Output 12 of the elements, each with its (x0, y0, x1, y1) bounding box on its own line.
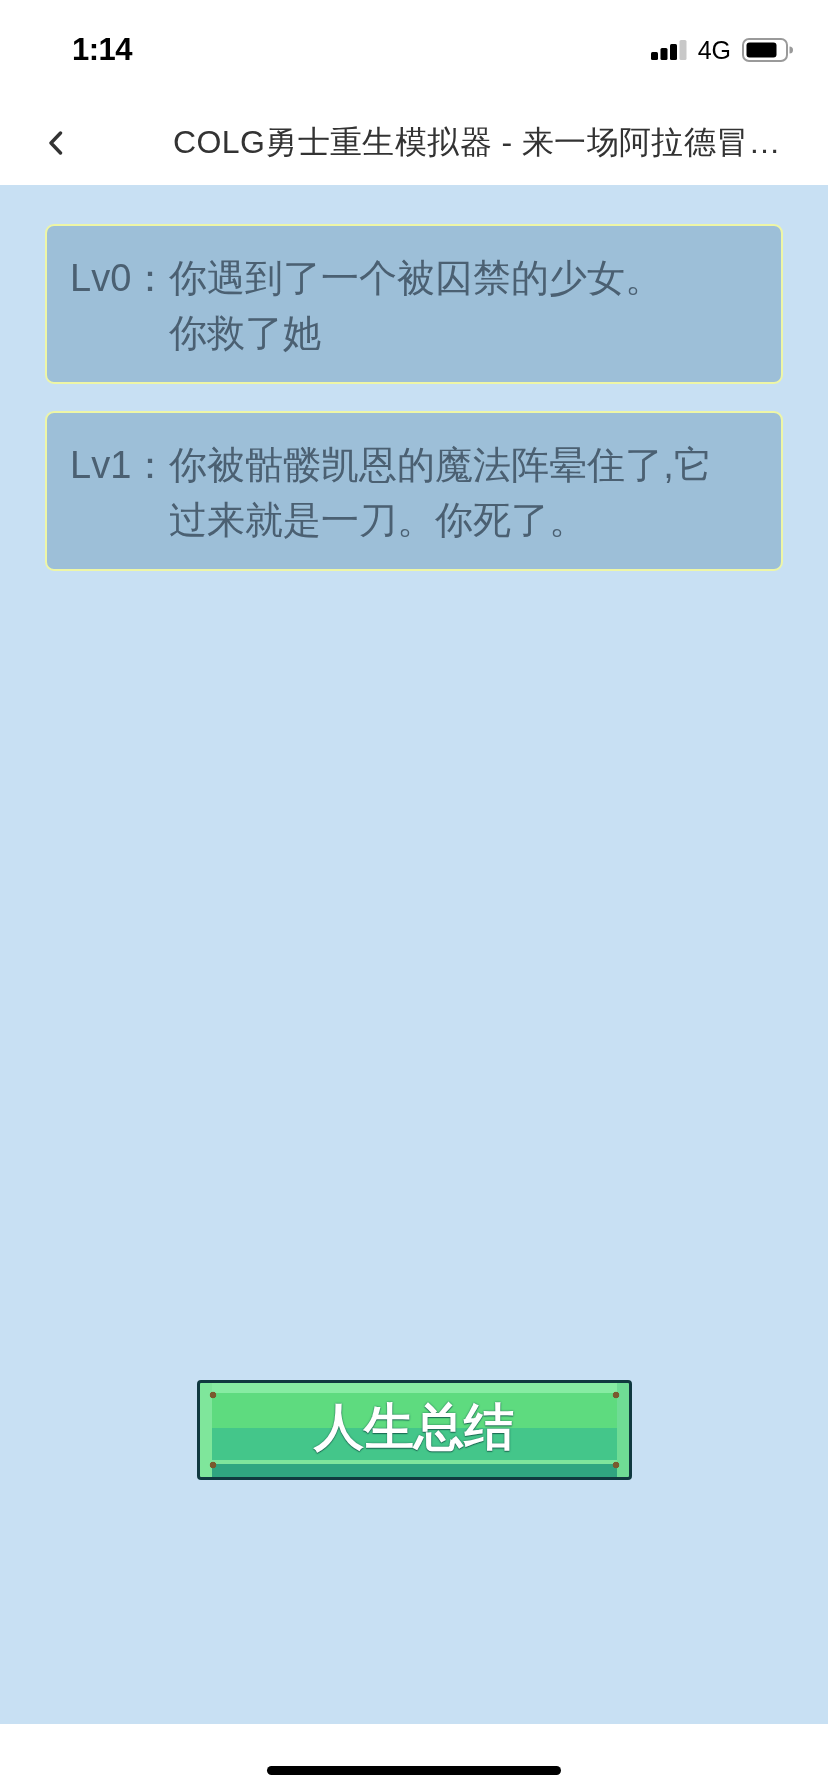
signal-icon (650, 40, 687, 60)
battery-icon (742, 38, 793, 62)
event-text: 你遇到了一个被囚禁的少女。 (169, 256, 664, 301)
level-label: Lv0： (70, 256, 170, 301)
level-label: Lv1： (70, 443, 170, 488)
summary-button[interactable]: 人生总结 (196, 1380, 632, 1480)
back-icon[interactable] (48, 130, 63, 155)
status-time: 1:14 (72, 32, 133, 68)
event-text: 你救了她 (169, 311, 322, 356)
page-title: COLG勇士重生模拟器 - 来一场阿拉德冒… (173, 122, 781, 162)
network-type: 4G (697, 35, 731, 65)
event-text: 你被骷髅凯恩的魔法阵晕住了,它过来就是一刀。你死了。 (169, 443, 713, 543)
